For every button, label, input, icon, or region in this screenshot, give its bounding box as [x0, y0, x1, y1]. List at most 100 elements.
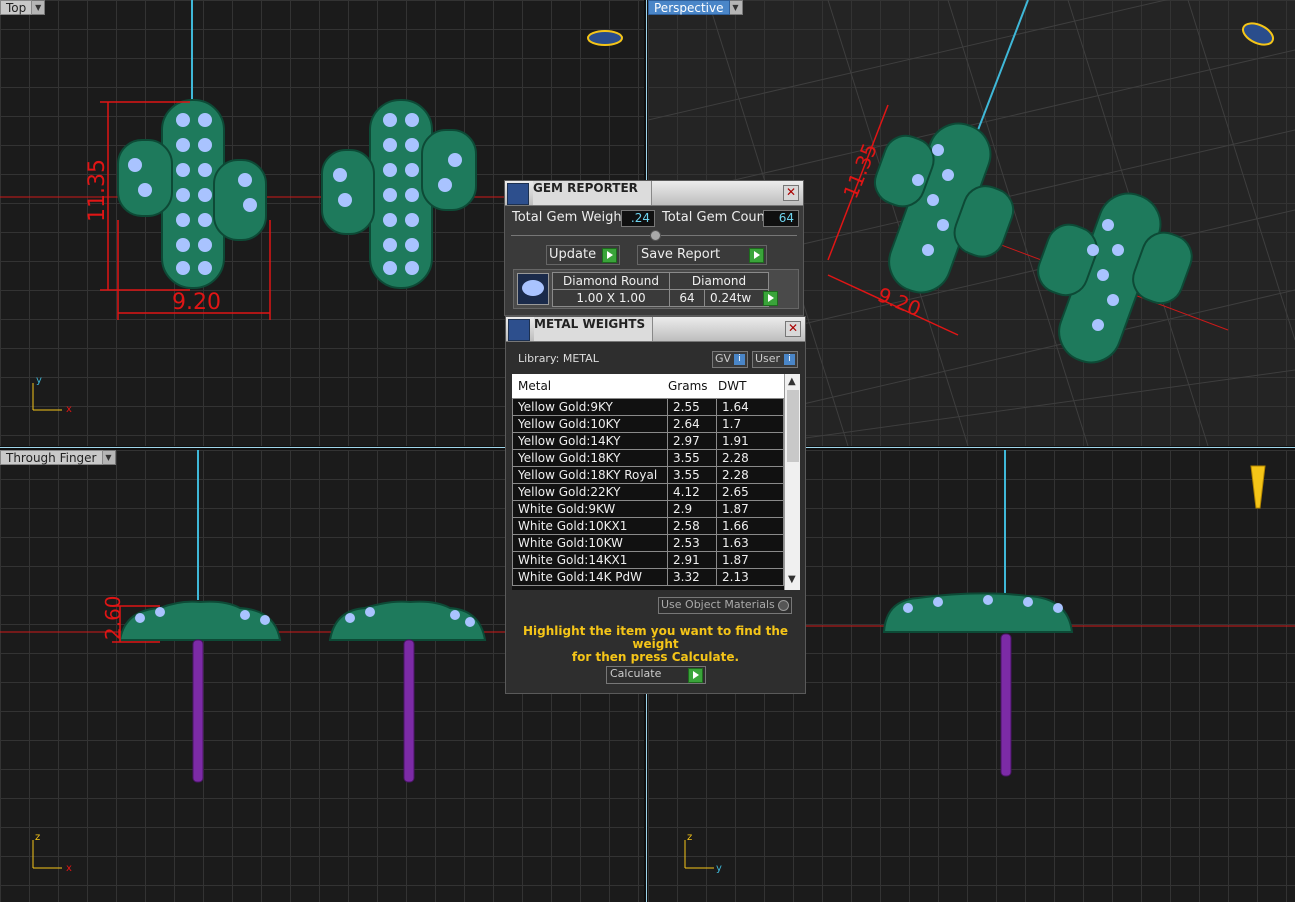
table-scrollbar[interactable]: ▲ ▼ — [784, 374, 800, 590]
table-row[interactable]: White Gold:14KX1 2.91 1.87 — [512, 551, 784, 569]
top-dim-height: 11.35 — [85, 159, 110, 222]
table-row[interactable]: Yellow Gold:18KY Royal 3.55 2.28 — [512, 466, 784, 484]
update-button[interactable]: Update — [546, 245, 620, 265]
column-grams[interactable]: Grams — [668, 379, 708, 393]
svg-text:y: y — [36, 375, 42, 386]
gem-size: 1.00 X 1.00 — [552, 289, 670, 307]
dwt-cell: 1.91 — [716, 432, 784, 450]
close-icon[interactable]: ✕ — [783, 185, 799, 201]
gv-toggle[interactable]: GV i — [712, 351, 748, 368]
grams-cell: 4.12 — [667, 483, 717, 501]
dwt-cell: 1.7 — [716, 415, 784, 433]
report-icon — [507, 183, 529, 205]
close-icon[interactable]: ✕ — [785, 321, 801, 337]
svg-text:z: z — [687, 832, 692, 843]
svg-text:y: y — [716, 863, 722, 874]
table-row[interactable]: Yellow Gold:18KY 3.55 2.28 — [512, 449, 784, 467]
table-row[interactable]: White Gold:10KW 2.53 1.63 — [512, 534, 784, 552]
gem-reporter-panel: GEM REPORTER ✕ Total Gem Weight .24 Tota… — [504, 180, 804, 316]
metal-weights-title: METAL WEIGHTS — [534, 317, 653, 341]
metal-weights-titlebar[interactable]: METAL WEIGHTS ✕ — [506, 317, 805, 342]
grams-cell: 3.55 — [667, 449, 717, 467]
dwt-cell: 2.28 — [716, 449, 784, 467]
grams-cell: 2.64 — [667, 415, 717, 433]
metal-name-cell: Yellow Gold:10KY — [512, 415, 668, 433]
total-gem-count-label: Total Gem Count — [662, 210, 770, 225]
library-label: Library: METAL — [518, 352, 599, 365]
dwt-cell: 2.65 — [716, 483, 784, 501]
table-row[interactable]: Yellow Gold:22KY 4.12 2.65 — [512, 483, 784, 501]
grams-cell: 2.53 — [667, 534, 717, 552]
metal-table: Yellow Gold:9KY 2.55 1.64 Yellow Gold:10KY 2… — [512, 398, 784, 586]
grams-cell: 3.32 — [667, 568, 717, 586]
gem-shape: Diamond Round — [552, 272, 670, 290]
table-row[interactable]: Yellow Gold:10KY 2.64 1.7 — [512, 415, 784, 433]
gem-reporter-titlebar[interactable]: GEM REPORTER ✕ — [505, 181, 803, 206]
scroll-up-icon[interactable]: ▲ — [788, 376, 796, 387]
chevron-down-icon[interactable]: ▼ — [32, 0, 46, 15]
top-dim-width: 9.20 — [172, 290, 221, 315]
axis-gizmo — [32, 840, 62, 869]
dwt-cell: 1.66 — [716, 517, 784, 535]
through-finger-dim-height: 2.60 — [101, 595, 125, 640]
chevron-down-icon[interactable]: ▼ — [729, 0, 743, 15]
metal-name-cell: White Gold:9KW — [512, 500, 668, 518]
dwt-cell: 1.64 — [716, 398, 784, 416]
axis-gizmo — [32, 383, 62, 411]
dwt-cell: 2.13 — [716, 568, 784, 586]
table-row[interactable]: White Gold:14K PdW 3.32 2.13 — [512, 568, 784, 586]
viewport-through-finger-label[interactable]: Through Finger ▼ — [0, 450, 116, 465]
table-row[interactable]: White Gold:9KW 2.9 1.87 — [512, 500, 784, 518]
metal-name-cell: Yellow Gold:22KY — [512, 483, 668, 501]
total-gem-weight-label: Total Gem Weight — [512, 210, 627, 225]
metal-name-cell: Yellow Gold:18KY Royal — [512, 466, 668, 484]
metal-weights-panel: METAL WEIGHTS ✕ Library: METAL GV i User… — [505, 316, 806, 694]
grams-cell: 2.58 — [667, 517, 717, 535]
table-row[interactable]: White Gold:10KX1 2.58 1.66 — [512, 517, 784, 535]
column-dwt[interactable]: DWT — [718, 379, 746, 393]
dwt-cell: 2.28 — [716, 466, 784, 484]
viewport-perspective-label[interactable]: Perspective ▼ — [648, 0, 743, 15]
save-report-button[interactable]: Save Report — [637, 245, 767, 265]
splitter-knob-icon[interactable] — [650, 230, 661, 241]
axis-gizmo — [684, 840, 714, 869]
svg-text:x: x — [66, 404, 72, 415]
info-icon: i — [784, 354, 795, 365]
svg-text:x: x — [66, 863, 72, 874]
chevron-down-icon[interactable]: ▼ — [102, 450, 116, 465]
column-metal[interactable]: Metal — [518, 379, 551, 393]
metal-name-cell: White Gold:14K PdW — [512, 568, 668, 586]
gem-reporter-title: GEM REPORTER — [533, 181, 652, 205]
metal-name-cell: White Gold:10KW — [512, 534, 668, 552]
calculate-button[interactable]: Calculate — [606, 666, 706, 684]
diamond-icon — [517, 273, 549, 305]
perspective-dim-height: 11.35 — [838, 140, 882, 202]
play-icon[interactable] — [763, 291, 778, 306]
gem-detail-table: Diamond Round Diamond 1.00 X 1.00 64 0.2… — [552, 272, 769, 307]
play-icon — [602, 248, 617, 263]
gem-count: 64 — [669, 289, 705, 307]
gem-weight: 0.24tw — [704, 289, 769, 307]
info-icon: i — [734, 354, 745, 365]
dwt-cell: 1.87 — [716, 551, 784, 569]
play-icon — [749, 248, 764, 263]
grams-cell: 2.97 — [667, 432, 717, 450]
user-toggle[interactable]: User i — [752, 351, 798, 368]
metal-table-header: Metal Grams DWT — [512, 374, 784, 398]
grams-cell: 2.9 — [667, 500, 717, 518]
metal-name-cell: White Gold:14KX1 — [512, 551, 668, 569]
table-row[interactable]: Yellow Gold:14KY 2.97 1.91 — [512, 432, 784, 450]
gem-row[interactable]: Diamond Round Diamond 1.00 X 1.00 64 0.2… — [513, 269, 799, 309]
metal-table-container[interactable]: Metal Grams DWT Yellow Gold:9KY 2.55 1.64 Y… — [512, 374, 800, 590]
viewport-top-label[interactable]: Top ▼ — [0, 0, 46, 15]
use-object-materials-toggle[interactable]: Use Object Materials — [658, 597, 792, 614]
metal-name-cell: Yellow Gold:14KY — [512, 432, 668, 450]
total-gem-weight-value: .24 — [621, 210, 655, 227]
grams-cell: 2.91 — [667, 551, 717, 569]
dwt-cell: 1.63 — [716, 534, 784, 552]
grams-cell: 3.55 — [667, 466, 717, 484]
gem-material: Diamond — [669, 272, 769, 290]
scroll-thumb[interactable] — [787, 390, 799, 462]
scroll-down-icon[interactable]: ▼ — [788, 574, 796, 585]
table-row[interactable]: Yellow Gold:9KY 2.55 1.64 — [512, 398, 784, 416]
